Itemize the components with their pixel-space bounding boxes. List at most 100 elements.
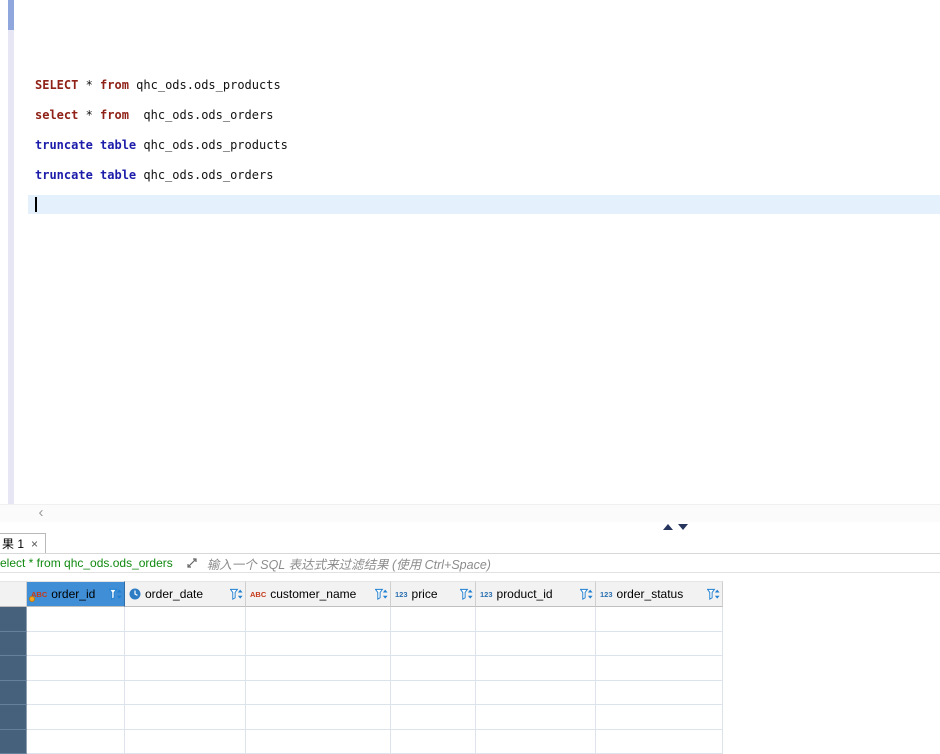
- cell-price[interactable]: [391, 729, 476, 754]
- collapse-down-icon[interactable]: [678, 524, 688, 530]
- number-type-icon: 123: [395, 589, 408, 599]
- cell-order_status[interactable]: [596, 607, 723, 632]
- text-caret: [35, 197, 37, 212]
- sql-keyword: from: [100, 108, 129, 122]
- cell-order_id[interactable]: [27, 631, 125, 656]
- sql-editor[interactable]: SELECT * from qhc_ods.ods_products select…: [0, 0, 940, 504]
- column-header-customer_name[interactable]: ABC customer_name: [246, 581, 391, 607]
- row-header-cell[interactable]: [0, 705, 27, 730]
- results-tab-label: 果 1: [2, 537, 25, 551]
- row-header-cell[interactable]: [0, 680, 27, 705]
- results-tab-bar: 果 1 ×: [0, 533, 940, 554]
- column-header-order_id[interactable]: ABC order_id: [27, 581, 125, 607]
- filter-sort-icon[interactable]: [580, 588, 593, 601]
- column-header-price[interactable]: 123 price: [391, 581, 476, 607]
- cell-order_id[interactable]: [27, 680, 125, 705]
- cell-product_id[interactable]: [476, 656, 596, 681]
- cell-order_date[interactable]: [125, 607, 246, 632]
- primary-key-dot-icon: [29, 595, 35, 602]
- code-line[interactable]: SELECT * from qhc_ods.ods_products: [35, 70, 288, 100]
- cell-price[interactable]: [391, 705, 476, 730]
- column-header-label: order_status: [616, 587, 684, 601]
- table-row: [0, 631, 940, 656]
- cell-product_id[interactable]: [476, 705, 596, 730]
- cell-order_status[interactable]: [596, 656, 723, 681]
- results-filter-bar: elect * from qhc_ods.ods_orders 输入一个 SQL…: [0, 554, 940, 573]
- text-type-icon: ABC: [29, 590, 47, 602]
- results-tab[interactable]: 果 1 ×: [0, 533, 47, 553]
- tab-close-icon[interactable]: ×: [31, 538, 38, 550]
- cell-customer_name[interactable]: [246, 607, 391, 632]
- cell-customer_name[interactable]: [246, 631, 391, 656]
- cell-product_id[interactable]: [476, 680, 596, 705]
- code-line[interactable]: truncate table qhc_ods.ods_orders: [35, 160, 288, 190]
- cell-product_id[interactable]: [476, 607, 596, 632]
- cell-order_status[interactable]: [596, 680, 723, 705]
- filter-sort-icon[interactable]: [375, 588, 388, 601]
- cell-order_date[interactable]: [125, 680, 246, 705]
- filter-sort-icon[interactable]: [109, 588, 122, 601]
- column-header-label: order_id: [51, 587, 96, 601]
- sql-keyword: truncate: [35, 138, 93, 152]
- number-type-icon: 123: [600, 589, 613, 599]
- cell-order_status[interactable]: [596, 705, 723, 730]
- sql-keyword: SELECT: [35, 78, 79, 92]
- row-header-cell[interactable]: [0, 607, 27, 632]
- column-header-order_status[interactable]: 123 order_status: [596, 581, 723, 607]
- open-filter-panel-icon[interactable]: [185, 556, 199, 570]
- row-header-cell[interactable]: [0, 656, 27, 681]
- filter-sort-icon[interactable]: [707, 588, 720, 601]
- cell-order_date[interactable]: [125, 705, 246, 730]
- cell-product_id[interactable]: [476, 729, 596, 754]
- column-header-product_id[interactable]: 123 product_id: [476, 581, 596, 607]
- filter-sort-icon[interactable]: [460, 588, 473, 601]
- table-row: [0, 705, 940, 730]
- cell-order_date[interactable]: [125, 631, 246, 656]
- grid-corner-cell[interactable]: [0, 581, 27, 607]
- cell-customer_name[interactable]: [246, 729, 391, 754]
- cell-order_date[interactable]: [125, 656, 246, 681]
- column-header-label: product_id: [496, 587, 553, 601]
- panel-splitter[interactable]: [0, 521, 940, 533]
- cell-order_id[interactable]: [27, 729, 125, 754]
- filter-query-text[interactable]: elect * from qhc_ods.ods_orders: [0, 556, 173, 570]
- sql-text: qhc_ods.ods_products: [136, 138, 288, 152]
- editor-annotation-mark: [8, 0, 14, 30]
- cell-order_status[interactable]: [596, 729, 723, 754]
- results-grid[interactable]: ABC order_id order_date ABC customer_name 123…: [0, 581, 940, 754]
- cell-price[interactable]: [391, 680, 476, 705]
- sql-text: qhc_ods.ods_products: [128, 78, 281, 92]
- cell-customer_name[interactable]: [246, 680, 391, 705]
- cell-customer_name[interactable]: [246, 656, 391, 681]
- column-header-label: price: [411, 587, 438, 601]
- datetime-type-icon: [129, 588, 141, 600]
- cell-order_status[interactable]: [596, 631, 723, 656]
- text-type-icon: ABC: [250, 589, 267, 599]
- scroll-left-arrow-icon[interactable]: ‹: [34, 505, 48, 521]
- collapse-up-icon[interactable]: [663, 524, 673, 530]
- cell-order_id[interactable]: [27, 656, 125, 681]
- sql-code[interactable]: SELECT * from qhc_ods.ods_products select…: [35, 70, 288, 190]
- cell-price[interactable]: [391, 631, 476, 656]
- sql-text: *: [78, 78, 101, 92]
- sql-keyword: select: [35, 108, 79, 122]
- cell-order_date[interactable]: [125, 729, 246, 754]
- cell-price[interactable]: [391, 607, 476, 632]
- code-line[interactable]: select * from qhc_ods.ods_orders: [35, 100, 288, 130]
- filter-sort-icon[interactable]: [230, 588, 243, 601]
- cell-customer_name[interactable]: [246, 705, 391, 730]
- filter-placeholder[interactable]: 输入一个 SQL 表达式来过滤结果 (使用 Ctrl+Space): [207, 554, 491, 573]
- row-header-cell[interactable]: [0, 631, 27, 656]
- cell-order_id[interactable]: [27, 705, 125, 730]
- cell-price[interactable]: [391, 656, 476, 681]
- table-row: [0, 680, 940, 705]
- row-header-cell[interactable]: [0, 729, 27, 754]
- column-header-order_date[interactable]: order_date: [125, 581, 246, 607]
- column-header-label: order_date: [145, 587, 204, 601]
- sql-keyword: from: [100, 78, 129, 92]
- cell-product_id[interactable]: [476, 631, 596, 656]
- editor-horizontal-scrollbar[interactable]: ‹: [0, 504, 940, 522]
- cell-order_id[interactable]: [27, 607, 125, 632]
- code-line[interactable]: truncate table qhc_ods.ods_products: [35, 130, 288, 160]
